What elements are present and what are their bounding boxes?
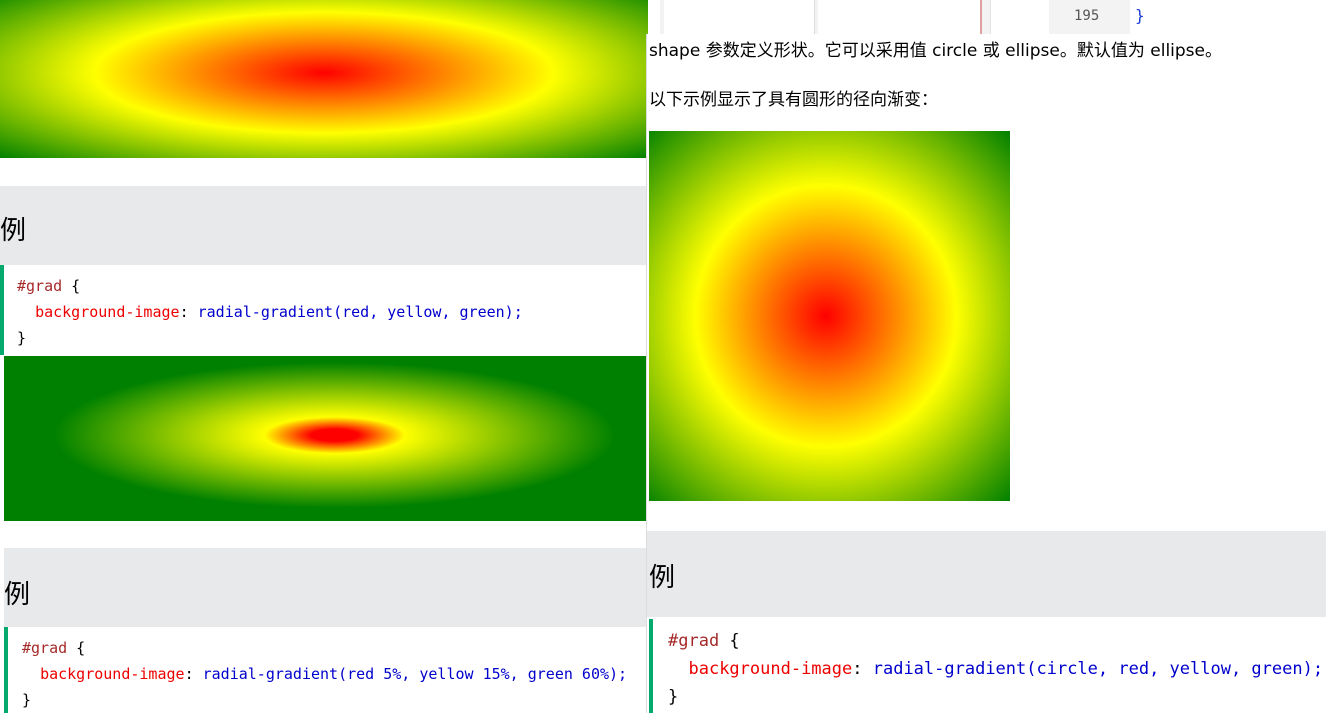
code-value: radial-gradient(red 5%, yellow 15%, gree… bbox=[202, 665, 628, 683]
example-heading-2: 例 bbox=[4, 548, 648, 628]
editor-code-area[interactable] bbox=[1130, 0, 1326, 36]
code-property: background-image bbox=[35, 303, 180, 321]
ellipse-gradient-demo-top bbox=[0, 0, 648, 158]
ellipse-gradient-demo-stops bbox=[4, 356, 646, 521]
code-selector: #grad bbox=[668, 631, 720, 651]
code-selector: #grad bbox=[22, 639, 68, 657]
code-selector: #grad bbox=[17, 277, 63, 295]
example-title: 例 bbox=[649, 563, 676, 593]
editor-line-number: 195 bbox=[1074, 8, 1100, 24]
code-property: background-image bbox=[688, 659, 853, 679]
editor-gutter bbox=[990, 0, 1049, 36]
circle-gradient-demo bbox=[649, 131, 1010, 501]
circle-example-intro: 以下示例显示了具有圆形的径向渐变： bbox=[649, 90, 938, 110]
code-example-3[interactable]: #grad { background-image: radial-gradien… bbox=[649, 619, 1326, 713]
code-property: background-image bbox=[40, 665, 185, 683]
code-value: radial-gradient(circle, red, yellow, gre… bbox=[872, 659, 1324, 679]
code-example-2[interactable]: #grad { background-image: radial-gradien… bbox=[4, 627, 648, 713]
example-title: 例 bbox=[0, 216, 27, 246]
code-example-1[interactable]: #grad { background-image: radial-gradien… bbox=[0, 265, 648, 355]
example-heading-3: 例 bbox=[647, 531, 1326, 617]
editor-code-brace: } bbox=[1135, 6, 1145, 25]
left-document-pane: 例 #grad { background-image: radial-gradi… bbox=[0, 0, 660, 713]
code-value: radial-gradient(red, yellow, green); bbox=[197, 303, 523, 321]
code-editor-strip: 195 } bbox=[660, 0, 1326, 36]
example-heading-1: 例 bbox=[0, 186, 648, 266]
editor-pane bbox=[664, 0, 815, 36]
editor-pane bbox=[818, 0, 982, 36]
shape-description-paragraph: shape 参数定义形状。它可以采用值 circle 或 ellipse。默认值… bbox=[649, 41, 1223, 61]
right-document-pane: shape 参数定义形状。它可以采用值 circle 或 ellipse。默认值… bbox=[646, 34, 1326, 713]
example-title: 例 bbox=[4, 580, 31, 610]
